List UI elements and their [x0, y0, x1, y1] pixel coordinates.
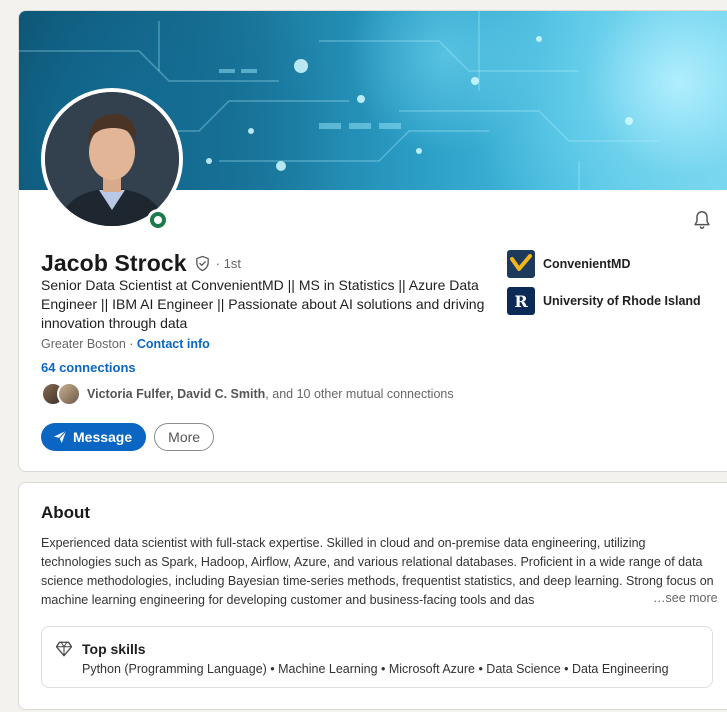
education-school[interactable]: R University of Rhode Island — [507, 287, 701, 315]
see-more-link[interactable]: …see more — [650, 591, 718, 605]
mutual-avatar — [57, 382, 81, 406]
connections-link[interactable]: 64 connections — [41, 360, 136, 375]
convenientmd-logo — [507, 250, 535, 278]
more-button-label: More — [168, 429, 201, 445]
location-text: Greater Boston · — [41, 337, 137, 351]
mutual-rest: , and 10 other mutual connections — [265, 387, 454, 401]
profile-name: Jacob Strock — [41, 250, 187, 276]
name-row: Jacob Strock · 1st — [41, 250, 241, 277]
current-company[interactable]: ConvenientMD — [507, 250, 631, 278]
message-button[interactable]: Message — [41, 423, 147, 451]
online-status-icon — [147, 209, 169, 231]
company-name: ConvenientMD — [543, 257, 631, 271]
more-button[interactable]: More — [154, 423, 215, 451]
connection-degree: · 1st — [215, 256, 241, 271]
mutual-connections[interactable]: Victoria Fulfer, David C. Smith, and 10 … — [41, 382, 454, 406]
mutual-names: Victoria Fulfer, David C. Smith — [87, 387, 266, 401]
profile-card: Jacob Strock · 1st Senior Data Scientist… — [18, 10, 727, 472]
send-icon — [53, 430, 67, 444]
top-skills-list: Python (Programming Language) • Machine … — [82, 662, 669, 676]
uri-logo: R — [507, 287, 535, 315]
top-skills-box[interactable]: Top skills Python (Programming Language)… — [41, 626, 713, 688]
uri-logo-letter: R — [514, 291, 528, 311]
location-row: Greater Boston · Contact info — [41, 337, 210, 351]
mutual-connections-text[interactable]: Victoria Fulfer, David C. Smith, and 10 … — [87, 387, 454, 401]
about-text: Experienced data scientist with full-sta… — [41, 536, 714, 607]
profile-headline: Senior Data Scientist at ConvenientMD ||… — [41, 277, 485, 331]
about-card: About Experienced data scientist with fu… — [18, 482, 727, 710]
school-name: University of Rhode Island — [543, 294, 701, 308]
message-button-label: Message — [73, 429, 133, 445]
diamond-icon — [55, 641, 73, 657]
contact-info-link[interactable]: Contact info — [137, 337, 210, 351]
action-buttons: Message More — [41, 423, 215, 451]
about-heading: About — [41, 503, 91, 522]
top-skills-title: Top skills — [82, 641, 146, 657]
bell-icon[interactable] — [691, 209, 713, 231]
verified-shield-icon[interactable] — [194, 255, 211, 272]
